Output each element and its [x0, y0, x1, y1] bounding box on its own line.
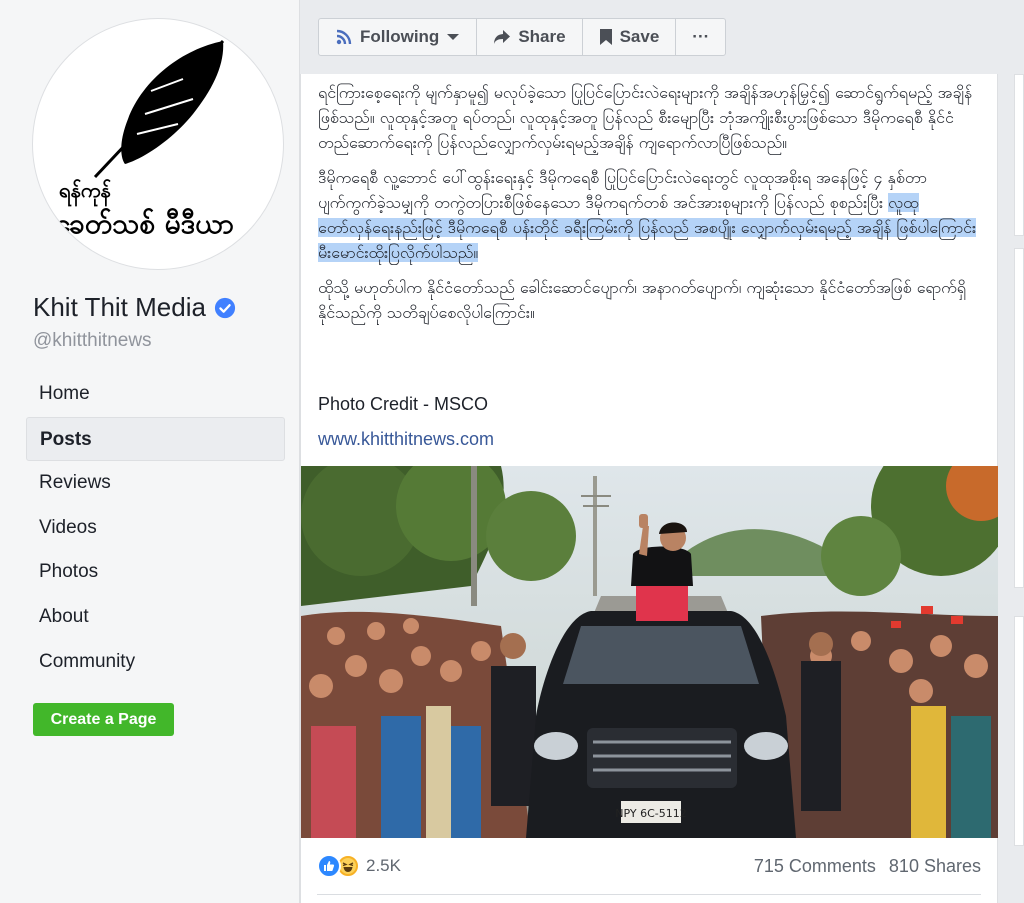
- page-name-text: Khit Thit Media: [33, 292, 206, 322]
- page-action-bar: Following Share Save ···: [318, 18, 727, 56]
- more-options-button[interactable]: ···: [676, 19, 725, 55]
- reaction-count: 2.5K: [366, 856, 401, 875]
- post-card: ရင်ကြားစေ့ရေးကို မျက်နှာမူ၍ မလုပ်ခဲ့သော …: [300, 74, 998, 903]
- reactions-summary[interactable]: 2.5K: [317, 854, 401, 878]
- logo-text-line1: ရန်ကုန်: [59, 178, 111, 202]
- post-paragraph: ထိုသို့ မဟုတ်ပါက နိုင်ငံတော်သည် ခေါင်းဆေ…: [318, 278, 966, 322]
- left-sidebar: ရန်ကုန် ခေတ်သစ် မီဒီယာ Khit Thit Media @…: [0, 0, 300, 903]
- nav-item-reviews[interactable]: Reviews: [26, 461, 285, 506]
- comments-count[interactable]: 715 Comments: [754, 856, 876, 876]
- page-avatar[interactable]: ရန်ကုန် ခေတ်သစ် မီဒီယာ: [32, 18, 284, 270]
- right-column-card: [1014, 74, 1024, 236]
- page-nav: Home Posts Reviews Videos Photos About C…: [26, 372, 285, 684]
- share-arrow-icon: [494, 30, 511, 44]
- save-label: Save: [619, 27, 660, 46]
- logo-text-line2: ခေတ်သစ် မီဒီယာ: [55, 207, 234, 240]
- nav-item-about[interactable]: About: [26, 595, 285, 640]
- post-paragraph: ရင်ကြားစေ့ရေးကို မျက်နှာမူ၍ မလုပ်ခဲ့သော …: [318, 83, 973, 152]
- website-link[interactable]: www.khitthitnews.com: [318, 429, 494, 450]
- photo-credit: Photo Credit - MSCO: [318, 394, 489, 414]
- following-button[interactable]: Following: [319, 19, 478, 55]
- post-body: ရင်ကြားစေ့ရေးကို မျက်နှာမူ၍ မလုပ်ခဲ့သော …: [318, 80, 986, 335]
- nav-item-community[interactable]: Community: [26, 640, 285, 685]
- page-handle[interactable]: @khitthitnews: [33, 330, 152, 352]
- rss-icon: [336, 29, 352, 45]
- post-paragraph: ဒီမိုကရေစီ လူ့ဘောင် ပေါ်ထွန်းရေးနှင့် ဒီ…: [318, 165, 986, 265]
- share-button[interactable]: Share: [477, 19, 583, 55]
- post-text-segment: ဒီမိုကရေစီ လူ့ဘောင် ပေါ်ထွန်းရေးနှင့် ဒီ…: [318, 168, 927, 212]
- nav-item-photos[interactable]: Photos: [26, 550, 285, 595]
- shares-count[interactable]: 810 Shares: [889, 856, 981, 876]
- right-column-card: [1014, 616, 1024, 846]
- nav-item-home[interactable]: Home: [26, 372, 285, 417]
- create-page-button[interactable]: Create a Page: [33, 703, 174, 736]
- page-title[interactable]: Khit Thit Media: [33, 292, 236, 323]
- bookmark-icon: [599, 29, 612, 45]
- save-button[interactable]: Save: [583, 19, 677, 55]
- divider: [317, 894, 981, 895]
- following-label: Following: [360, 27, 440, 46]
- post-photo[interactable]: NPY 6C-5112: [301, 466, 998, 838]
- right-column-card: [1014, 248, 1024, 588]
- post-stats: 715 Comments 810 Shares: [754, 856, 981, 877]
- nav-item-videos[interactable]: Videos: [26, 506, 285, 551]
- chevron-down-icon: [447, 34, 460, 40]
- share-label: Share: [518, 27, 566, 46]
- motorcade-photo: NPY 6C-5112: [301, 466, 998, 838]
- license-plate: NPY 6C-5112: [615, 807, 686, 820]
- verified-badge-icon: [214, 297, 236, 318]
- nav-item-posts[interactable]: Posts: [26, 416, 285, 462]
- like-icon: [317, 854, 341, 878]
